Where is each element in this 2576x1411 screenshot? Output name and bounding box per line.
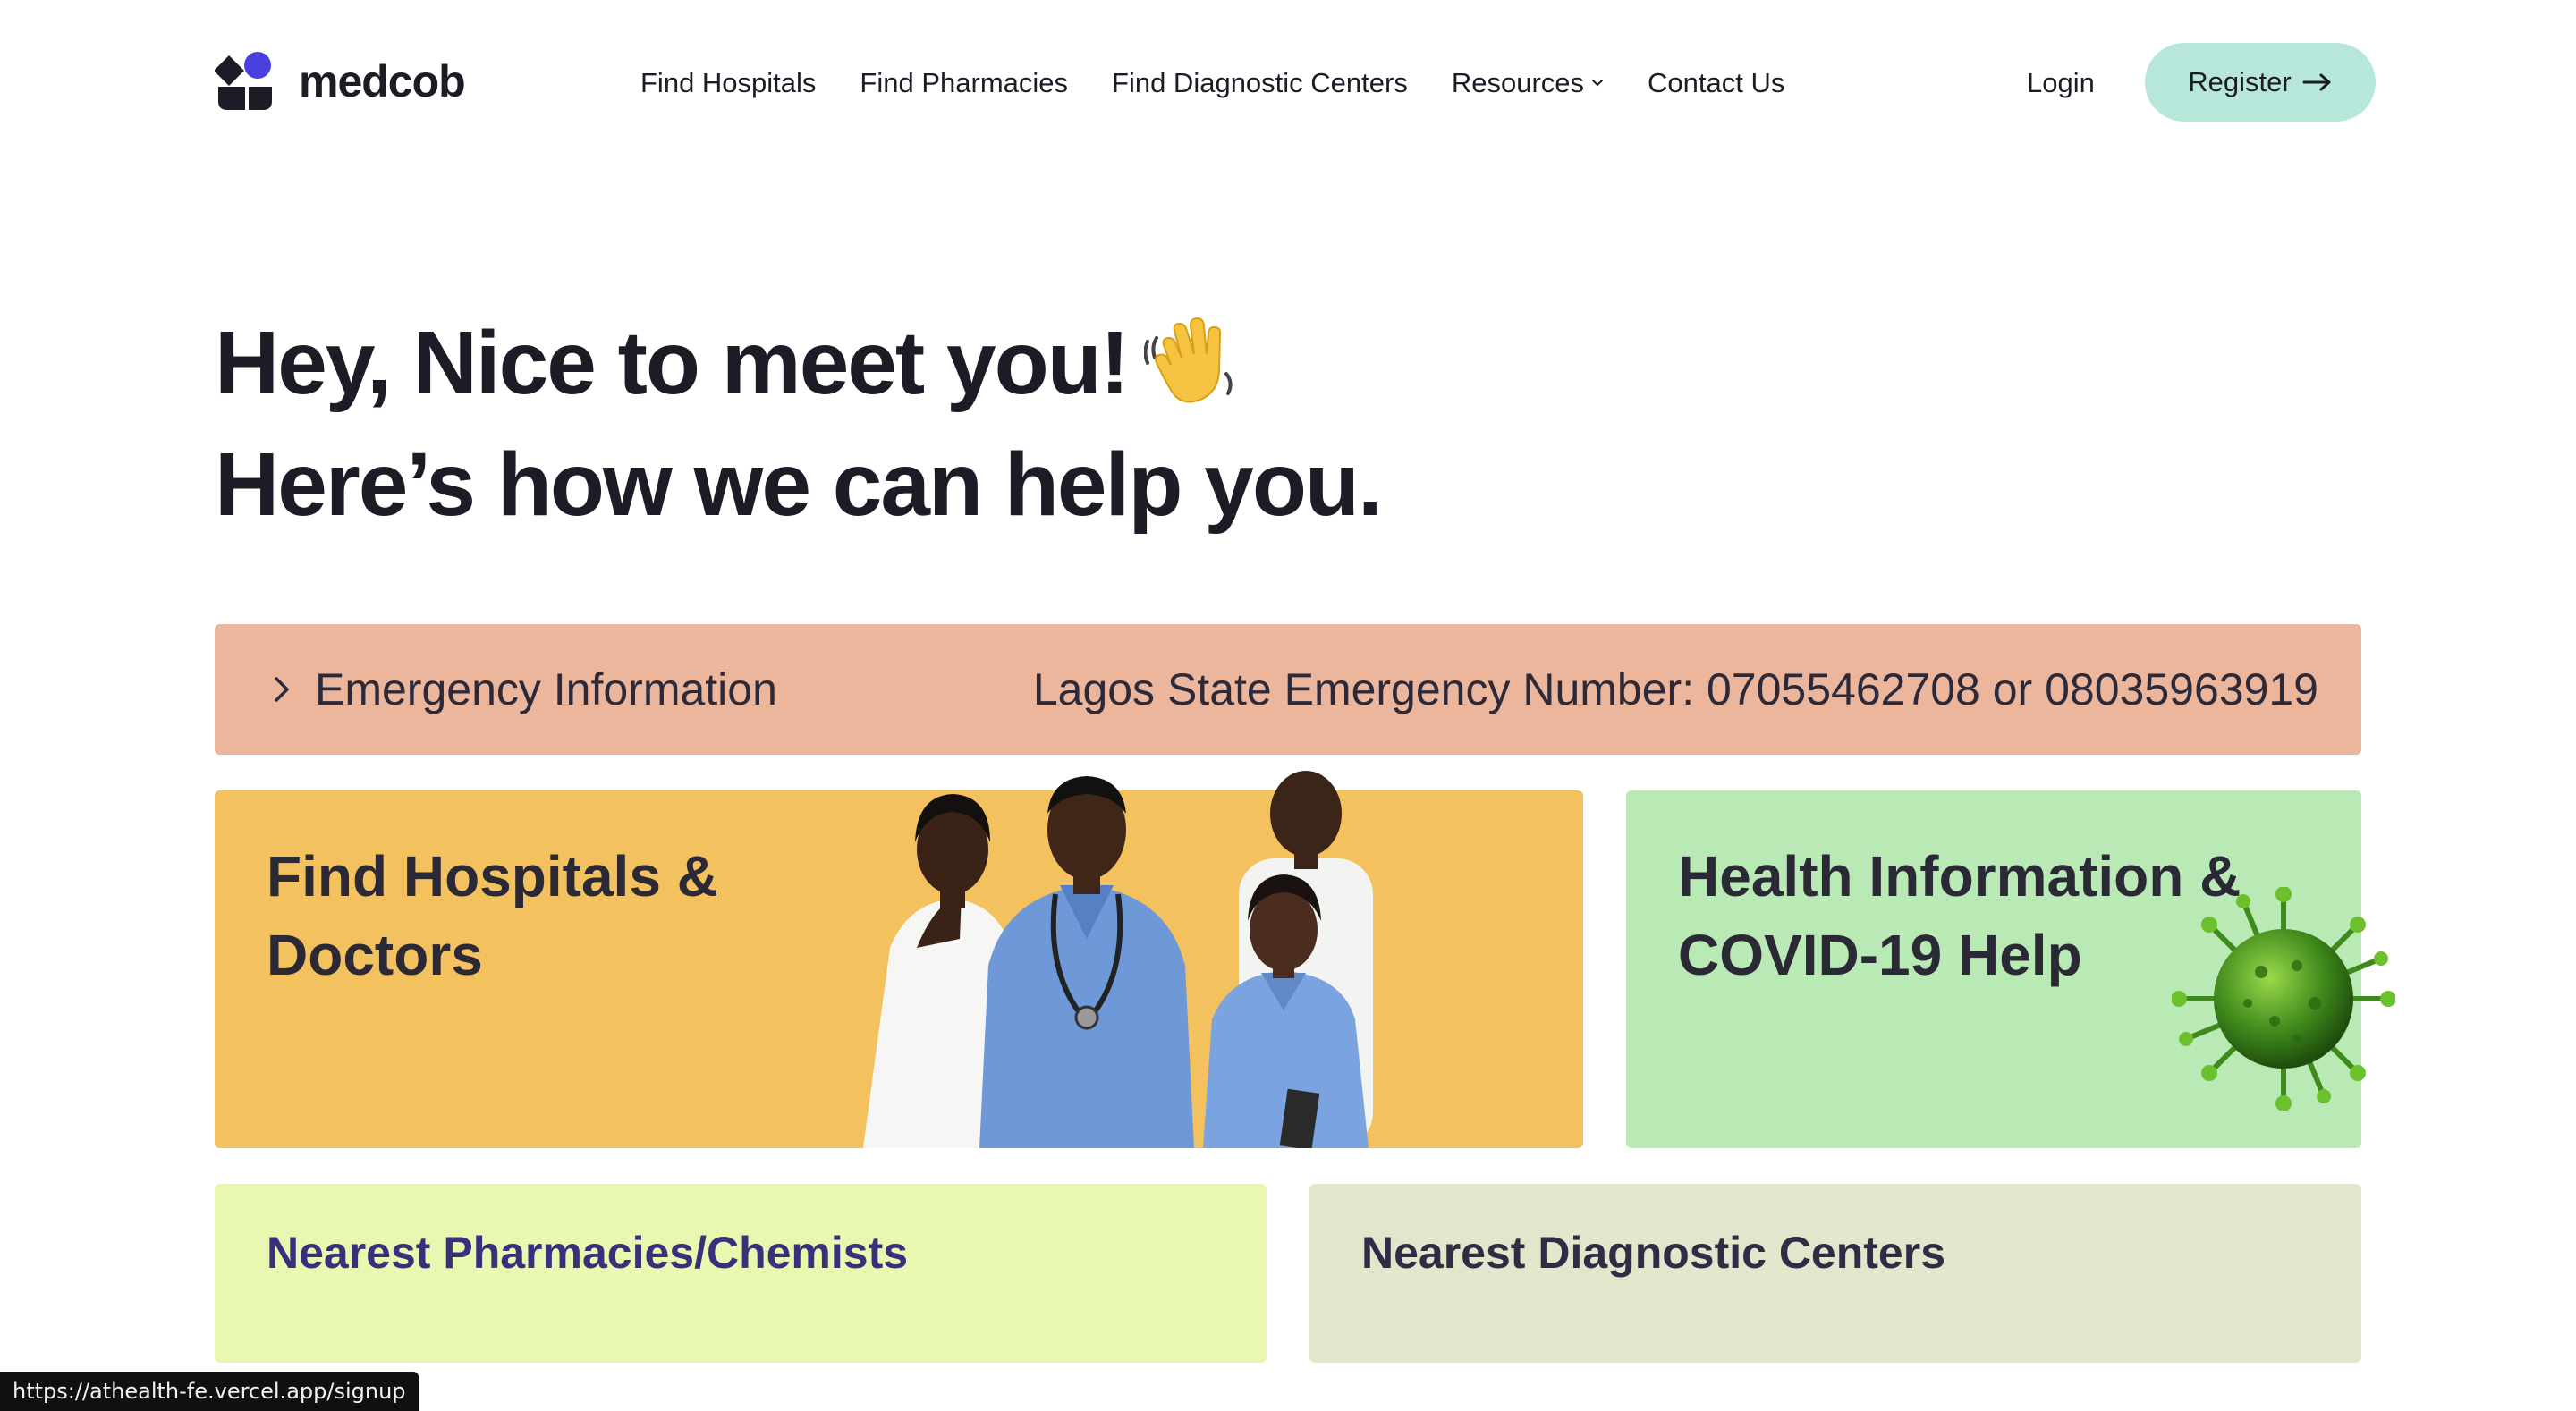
nav-find-hospitals[interactable]: Find Hospitals [640, 67, 816, 99]
hero-line-1: Hey, Nice to meet you! [215, 313, 1130, 413]
nav-find-pharmacies[interactable]: Find Pharmacies [860, 67, 1068, 99]
medcob-logo-icon [215, 52, 272, 110]
link-hover-status-url: https://athealth-fe.vercel.app/signup [0, 1372, 419, 1411]
brand-name: medcob [299, 56, 466, 106]
nav-contact-us[interactable]: Contact Us [1648, 67, 1784, 99]
hero-section: Hey, Nice to meet you! Here’s how we can… [215, 302, 1467, 545]
nearest-pharmacies-card[interactable]: Nearest Pharmacies/Chemists [215, 1184, 1267, 1363]
virus-image [2172, 887, 2395, 1111]
brand-logo-link[interactable]: medcob [215, 50, 466, 113]
register-button-label: Register [2188, 66, 2292, 97]
nearest-pharmacies-card-title: Nearest Pharmacies/Chemists [267, 1228, 909, 1278]
nearest-diagnostic-centers-card-title: Nearest Diagnostic Centers [1361, 1228, 1946, 1278]
top-navigation-bar: medcob Find Hospitals Find Pharmacies Fi… [0, 0, 2576, 166]
login-link[interactable]: Login [2027, 63, 2095, 104]
nearest-diagnostic-centers-card[interactable]: Nearest Diagnostic Centers [1309, 1184, 2361, 1363]
nav-resources-dropdown[interactable]: Resources [1452, 67, 1604, 99]
chevron-right-icon [275, 677, 289, 702]
virus-body [2214, 929, 2353, 1069]
emergency-number-text: Lagos State Emergency Number: 0705546270… [1032, 664, 2318, 714]
doctors-group-image [863, 771, 1373, 1148]
health-information-card[interactable]: Health Information & COVID-19 Help [1626, 790, 2395, 1148]
emergency-information-bar[interactable]: Emergency Information Lagos State Emerge… [215, 624, 2361, 755]
hero-line-2: Here’s how we can help you. [215, 435, 1383, 535]
register-button[interactable]: Register [2145, 43, 2376, 122]
arrow-right-icon [2302, 73, 2331, 91]
nav-find-diagnostic-centers[interactable]: Find Diagnostic Centers [1112, 67, 1408, 99]
waving-hand-icon [1144, 317, 1233, 403]
find-hospitals-card-title: Find Hospitals & Doctors [267, 844, 718, 987]
hero-heading: Hey, Nice to meet you! Here’s how we can… [215, 302, 1467, 545]
chevron-down-icon [1592, 80, 1604, 87]
emergency-label: Emergency Information [315, 664, 777, 714]
nurse-figure-center [979, 776, 1194, 1148]
find-hospitals-card[interactable]: Find Hospitals & Doctors [215, 771, 1583, 1148]
nav-resources-label: Resources [1451, 67, 1585, 98]
emergency-toggle: Emergency Information [272, 663, 777, 715]
main-nav: Find Hospitals Find Pharmacies Find Diag… [640, 63, 1828, 104]
